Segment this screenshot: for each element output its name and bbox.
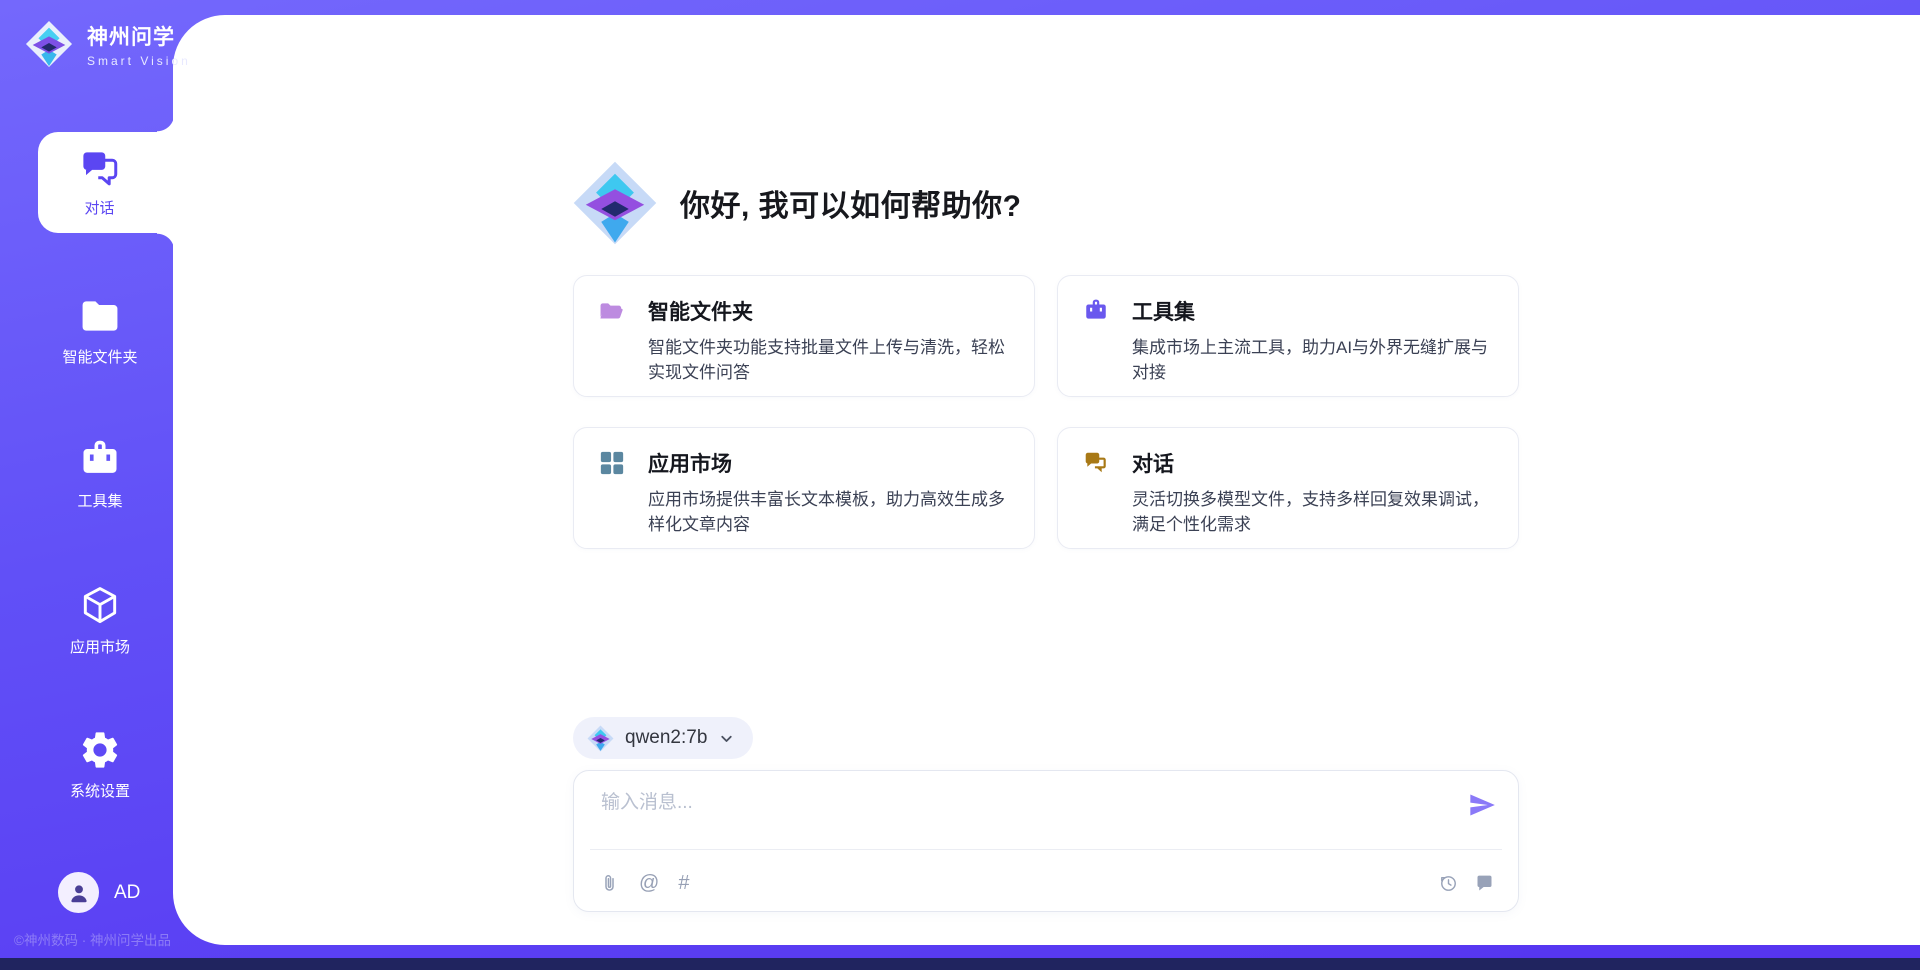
- card-desc: 灵活切换多模型文件，支持多样回复效果调试，满足个性化需求: [1132, 487, 1500, 537]
- assistant-logo-icon: [572, 160, 658, 246]
- toolbox-icon: [78, 438, 122, 482]
- sidebar-item-app-market[interactable]: 应用市场: [0, 584, 200, 657]
- brand-subtitle: Smart Vision: [87, 54, 191, 68]
- send-icon: [1468, 791, 1496, 819]
- greeting: 你好, 我可以如何帮助你?: [572, 160, 1022, 246]
- sidebar-item-label: 工具集: [77, 490, 122, 511]
- message-input[interactable]: [601, 787, 1451, 839]
- brand-text: 神州问学 Smart Vision: [87, 21, 191, 68]
- sidebar-footer: ©神州数码 · 神州问学出品: [14, 929, 171, 949]
- composer-tools-left: @ #: [599, 872, 689, 894]
- model-logo-icon: [587, 725, 614, 752]
- send-button[interactable]: [1468, 791, 1496, 819]
- card-title: 工具集: [1132, 296, 1195, 326]
- model-name: qwen2:7b: [625, 727, 707, 749]
- card-title: 应用市场: [648, 448, 732, 478]
- folder-open-icon: [599, 298, 625, 324]
- gear-icon: [78, 728, 122, 772]
- composer-divider: [590, 849, 1502, 850]
- active-tab-fillet-top: [157, 114, 175, 132]
- briefcase-icon: [1083, 298, 1109, 324]
- user-name: AD: [114, 882, 140, 904]
- app-grid-icon: [599, 450, 625, 476]
- card-smart-folder[interactable]: 智能文件夹 智能文件夹功能支持批量文件上传与清洗，轻松实现文件问答: [573, 275, 1035, 397]
- chat-bubble-icon[interactable]: [1474, 873, 1495, 894]
- chat-icon: [79, 148, 121, 190]
- sidebar-item-settings[interactable]: 系统设置: [0, 728, 200, 801]
- app-root: 神州问学 Smart Vision 对话 智能文件夹 工具集 应用市场: [0, 0, 1920, 970]
- feature-cards: 智能文件夹 智能文件夹功能支持批量文件上传与清洗，轻松实现文件问答 工具集 集成…: [573, 275, 1519, 549]
- attachment-icon[interactable]: [599, 873, 620, 894]
- folder-icon: [78, 294, 122, 338]
- card-chat[interactable]: 对话 灵活切换多模型文件，支持多样回复效果调试，满足个性化需求: [1057, 427, 1519, 549]
- brand-name: 神州问学: [87, 21, 191, 51]
- card-title: 智能文件夹: [648, 296, 753, 326]
- bottom-strip: [0, 958, 1920, 970]
- sidebar-item-label: 对话: [84, 197, 114, 218]
- chevron-down-icon: [718, 730, 735, 747]
- sidebar-item-label: 应用市场: [70, 636, 130, 657]
- sidebar-item-smart-folder[interactable]: 智能文件夹: [0, 294, 200, 367]
- card-desc: 应用市场提供丰富长文本模板，助力高效生成多样化文章内容: [648, 487, 1016, 537]
- card-title: 对话: [1132, 448, 1174, 478]
- sidebar-item-label: 系统设置: [70, 780, 130, 801]
- avatar: [58, 872, 99, 913]
- card-desc: 集成市场上主流工具，助力AI与外界无缝扩展与对接: [1132, 335, 1500, 385]
- sidebar-item-toolset[interactable]: 工具集: [0, 438, 200, 511]
- model-selector[interactable]: qwen2:7b: [573, 717, 753, 759]
- greeting-text: 你好, 我可以如何帮助你?: [680, 181, 1022, 225]
- card-toolset[interactable]: 工具集 集成市场上主流工具，助力AI与外界无缝扩展与对接: [1057, 275, 1519, 397]
- mention-icon[interactable]: @: [639, 872, 659, 894]
- sidebar-item-chat[interactable]: 对话: [38, 132, 175, 233]
- chat-icon: [1083, 450, 1109, 476]
- cube-icon: [78, 584, 122, 628]
- card-desc: 智能文件夹功能支持批量文件上传与清洗，轻松实现文件问答: [648, 335, 1016, 385]
- user-account[interactable]: AD: [58, 872, 140, 913]
- history-icon[interactable]: [1438, 873, 1459, 894]
- brand: 神州问学 Smart Vision: [25, 20, 191, 68]
- composer: @ #: [573, 770, 1519, 912]
- brand-logo-icon: [25, 20, 73, 68]
- hashtag-icon[interactable]: #: [678, 872, 689, 894]
- active-tab-fillet-bottom: [157, 233, 175, 251]
- card-app-market[interactable]: 应用市场 应用市场提供丰富长文本模板，助力高效生成多样化文章内容: [573, 427, 1035, 549]
- person-icon: [66, 880, 92, 906]
- composer-tools-right: [1438, 873, 1495, 894]
- sidebar-item-label: 智能文件夹: [62, 346, 137, 367]
